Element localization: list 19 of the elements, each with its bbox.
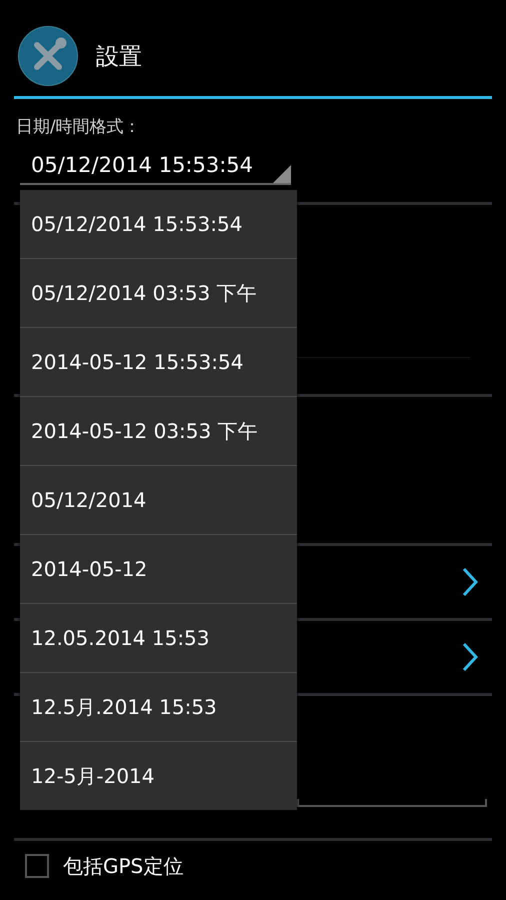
dropdown-option[interactable]: 12-5月-2014 — [20, 741, 297, 810]
dropdown-option[interactable]: 2014-05-12 15:53:54 — [20, 327, 297, 396]
tools-icon — [18, 26, 78, 86]
dropdown-option[interactable]: 05/12/2014 15:53:54 — [20, 190, 297, 258]
dropdown-option[interactable]: 2014-05-12 — [20, 534, 297, 603]
dropdown-option[interactable]: 12.05.2014 15:53 — [20, 603, 297, 672]
checkbox[interactable] — [25, 854, 49, 878]
chevron-right-icon[interactable] — [462, 567, 478, 597]
text-field[interactable] — [297, 799, 487, 807]
dropdown-option[interactable]: 12.5月.2014 15:53 — [20, 672, 297, 741]
chevron-right-icon[interactable] — [462, 642, 478, 672]
checkbox-label: 包括GPS定位 — [63, 852, 184, 880]
dropdown-option[interactable]: 05/12/2014 03:53 下午 — [20, 258, 297, 327]
dropdown-option[interactable]: 05/12/2014 — [20, 465, 297, 534]
spinner-corner-icon — [273, 165, 291, 183]
screen-title: 設置 — [96, 42, 142, 72]
field-label: 日期/時間格式： — [16, 116, 142, 139]
format-spinner[interactable]: 05/12/2014 15:53:54 — [20, 147, 291, 185]
dropdown-option[interactable]: 2014-05-12 03:53 下午 — [20, 396, 297, 465]
